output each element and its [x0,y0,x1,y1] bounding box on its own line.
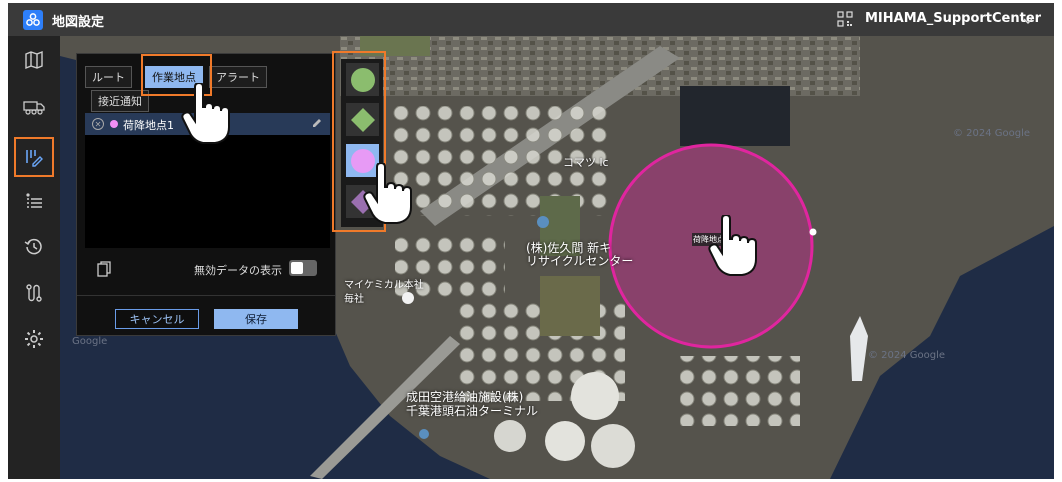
save-button[interactable]: 保存 [214,309,298,329]
list-item-label: 荷降地点1 [123,119,174,132]
invalid-data-toggle-label: 無効データの表示 [194,264,282,277]
pointer-hand-icon [708,213,760,281]
map-label-recycle: リサイクルセンター [526,254,634,268]
divider [77,295,335,296]
pointer-hand-icon [363,161,415,229]
invalid-data-toggle[interactable] [289,260,317,276]
gear-icon[interactable] [18,323,50,355]
remove-icon[interactable]: ✕ [92,118,104,130]
map-label-chemical-2: 毎社 [344,294,364,305]
map-icon[interactable] [18,44,50,76]
header-bar: 地図設定 MIHAMA_SupportCenter [8,3,1054,36]
pencil-icon[interactable] [311,117,323,132]
map-watermark: © 2024 Google [953,128,1031,139]
copy-icon[interactable] [97,261,111,281]
map-label-chemical: マイケミカル本社 [344,280,424,291]
app-logo-icon[interactable] [23,10,43,30]
sidebar [8,36,60,479]
cancel-button[interactable]: キャンセル [115,309,199,329]
edit-list-icon[interactable] [14,137,54,177]
truck-icon[interactable] [18,90,50,122]
page-title: 地図設定 [52,15,105,30]
map-watermark: © 2024 Google [868,350,946,361]
qr-code-icon[interactable] [837,11,853,27]
pointer-hand-icon [181,81,233,149]
chevron-down-icon[interactable] [1022,12,1034,31]
app-window: 地図設定 MIHAMA_SupportCenter コマツ lc (株)佐久間 … [8,3,1054,479]
map-label-komatsu: コマツ lc [563,156,609,169]
history-icon[interactable] [18,231,50,263]
map-watermark: Google [72,336,108,347]
shape-diamond-green-button[interactable] [346,103,379,136]
tab-route[interactable]: ルート [85,66,132,88]
route-icon[interactable] [18,277,50,309]
map-label-chiba: 千葉港頭石油ターミナル [406,404,539,418]
color-dot-icon [110,120,118,128]
organization-selector[interactable]: MIHAMA_SupportCenter [865,11,1041,26]
shape-circle-green-button[interactable] [346,63,379,96]
list-icon[interactable] [18,186,50,218]
